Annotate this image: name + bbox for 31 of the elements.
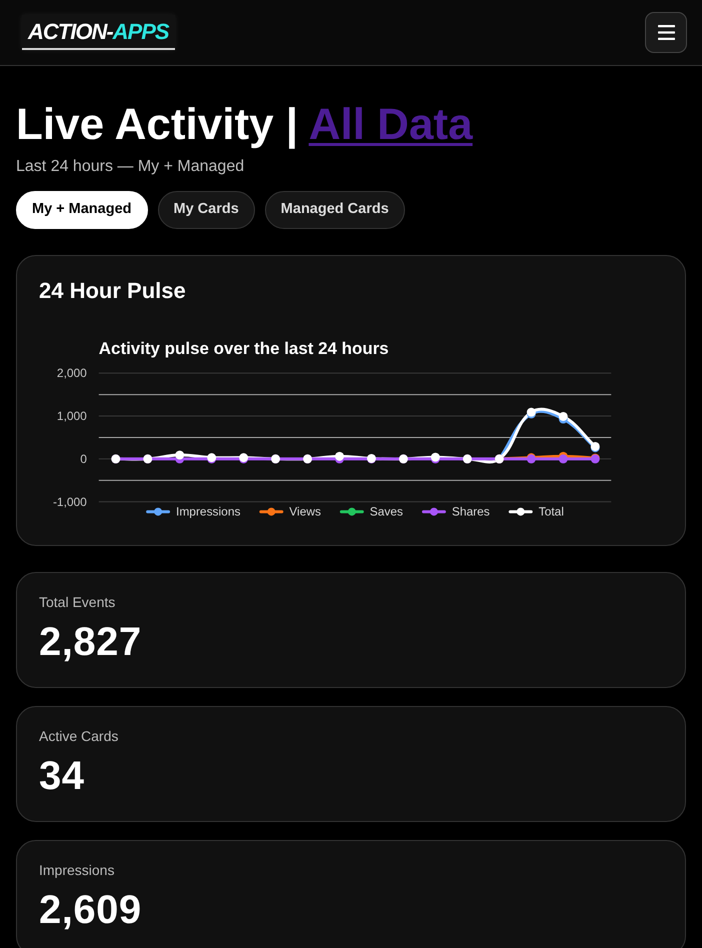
legend-label: Views — [289, 504, 321, 519]
legend-label: Saves — [370, 504, 404, 519]
data-point — [558, 454, 568, 464]
menu-button[interactable] — [645, 12, 687, 53]
stat-value: 2,609 — [39, 886, 143, 934]
data-point — [335, 452, 344, 461]
filter-tab[interactable]: Managed Cards — [264, 190, 405, 229]
stat-value: 2,827 — [39, 618, 143, 666]
stat-label: Impressions — [39, 862, 116, 879]
y-axis-label: 2,000 — [56, 366, 87, 380]
chart-title: Activity pulse over the last 24 hours — [98, 339, 389, 358]
data-point — [558, 412, 568, 421]
card-title: 24 Hour Pulse — [39, 278, 187, 304]
subtitle: Last 24 hours — My + Managed — [16, 156, 246, 176]
data-point — [430, 452, 440, 462]
legend-label: Shares — [452, 504, 490, 519]
page-title: Live Activity | — [16, 100, 298, 149]
stat-value: 34 — [39, 752, 86, 800]
legend-label: Impressions — [176, 504, 240, 519]
filter-tab[interactable]: My + Managed — [16, 190, 148, 229]
legend-label: Total — [538, 504, 564, 519]
y-axis-label: 1,000 — [56, 408, 87, 423]
filter-tab[interactable]: My Cards — [158, 190, 255, 229]
logo[interactable]: ACTION-APPS — [22, 14, 175, 50]
menu-icon — [658, 25, 674, 40]
stat-label: Active Cards — [39, 728, 120, 745]
stat-label: Total Events — [39, 594, 116, 611]
y-axis-label: -1,000 — [52, 494, 87, 509]
y-axis-label: 0 — [80, 452, 87, 466]
data-point — [526, 408, 536, 416]
data-point — [366, 454, 376, 463]
